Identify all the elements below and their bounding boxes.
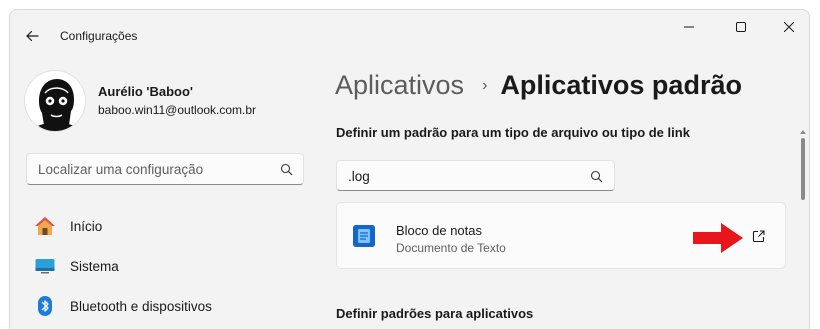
home-icon: [34, 215, 56, 237]
chevron-right-icon: ›: [482, 76, 488, 94]
file-type-search-value: .log: [348, 169, 370, 184]
breadcrumb-parent[interactable]: Aplicativos: [335, 70, 464, 101]
window-title: Configurações: [60, 29, 138, 43]
section-title-file-type: Definir um padrão para um tipo de arquiv…: [336, 125, 690, 140]
default-app-card[interactable]: Bloco de notas Documento de Texto: [336, 202, 786, 269]
settings-search-input[interactable]: Localizar uma configuração: [26, 153, 304, 185]
sidebar-item-bluetooth[interactable]: Bluetooth e dispositivos: [26, 289, 306, 323]
sidebar-item-inicio[interactable]: Início: [26, 209, 306, 243]
sidebar-item-label: Início: [70, 218, 103, 234]
sidebar-item-label: Bluetooth e dispositivos: [70, 298, 212, 314]
sidebar-item-sistema[interactable]: Sistema: [26, 249, 306, 283]
search-icon[interactable]: [280, 163, 293, 181]
search-icon[interactable]: [590, 170, 603, 188]
scrollbar-thumb[interactable]: [801, 138, 805, 200]
minimize-button[interactable]: [666, 10, 712, 44]
avatar[interactable]: [24, 70, 86, 132]
bluetooth-icon: [34, 295, 56, 317]
back-arrow-icon[interactable]: [24, 28, 44, 44]
page-title: Aplicativos padrão: [500, 70, 742, 100]
maximize-button[interactable]: [718, 10, 764, 44]
open-external-icon[interactable]: [752, 230, 765, 248]
user-email: baboo.win11@outlook.com.br: [98, 103, 257, 117]
notepad-icon: [353, 225, 375, 247]
user-name: Aurélio 'Baboo': [98, 84, 194, 99]
search-placeholder: Localizar uma configuração: [38, 162, 204, 177]
red-arrow-annotation: [693, 223, 743, 258]
section-title-app-defaults: Definir padrões para aplicativos: [336, 306, 534, 321]
scrollbar[interactable]: [800, 122, 806, 329]
sidebar-item-label: Sistema: [70, 258, 119, 274]
app-description: Documento de Texto: [396, 241, 506, 255]
close-button[interactable]: [766, 10, 809, 44]
settings-window: Configurações Aurélio 'Baboo' baboo.win1…: [9, 9, 810, 329]
system-icon: [34, 255, 56, 277]
app-name: Bloco de notas: [396, 223, 483, 238]
file-type-search-input[interactable]: .log: [336, 160, 615, 191]
breadcrumb: Aplicativos › Aplicativos padrão: [335, 70, 742, 101]
